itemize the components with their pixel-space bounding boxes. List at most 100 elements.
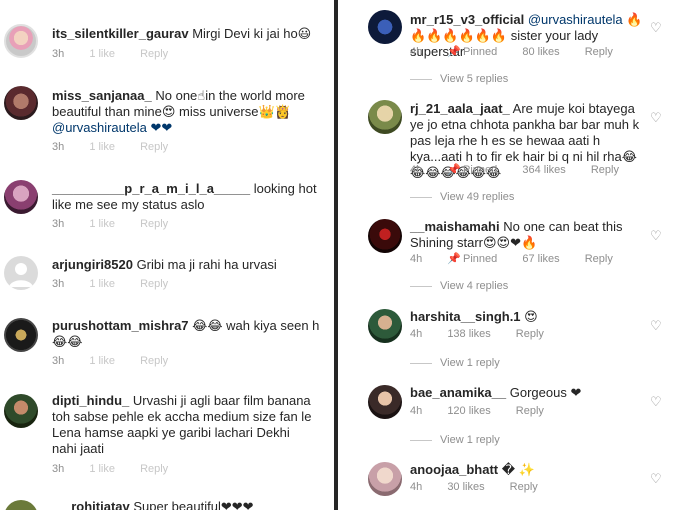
comment-time: 4h (410, 253, 423, 265)
view-replies-button[interactable]: View 49 replies (410, 191, 514, 203)
like-count[interactable]: 1 like (89, 141, 115, 153)
pinned-label: 📌 Pinned (447, 164, 498, 176)
like-count[interactable]: 1 like (89, 218, 115, 230)
comment-username[interactable]: __________p_r_a_m_i_l_a_____ (52, 181, 250, 196)
comment-body: harshita__singh.1 😍 (410, 309, 646, 325)
view-replies-button[interactable]: View 5 replies (410, 73, 508, 85)
like-count[interactable]: 120 likes (447, 405, 490, 417)
heart-outline-icon[interactable]: ♡ (650, 318, 662, 334)
comment-time: 3h (52, 463, 65, 475)
reply-button[interactable]: Reply (140, 141, 168, 153)
comment-username[interactable]: mr_r15_v3_official (410, 12, 524, 27)
comment-body: its_silentkiller_gaurav Mirgi Devi ki ja… (52, 26, 328, 42)
avatar-placeholder[interactable] (4, 256, 38, 290)
left-comments-panel: its_silentkiller_gaurav Mirgi Devi ki ja… (0, 0, 334, 510)
comment-time: 4h (410, 481, 423, 493)
comment-username[interactable]: rj_21_aala_jaat_ (410, 101, 510, 116)
comment-time: 4h (410, 46, 423, 58)
heart-outline-icon[interactable]: ♡ (650, 394, 662, 410)
comment-time: 4h (410, 405, 423, 417)
reply-button[interactable]: Reply (140, 218, 168, 230)
comment-username[interactable]: __maishamahi (410, 219, 500, 234)
comment-meta: 3h 1 like Reply (52, 463, 190, 475)
comment-meta: 4h 138 likes Reply (410, 328, 566, 340)
avatar[interactable] (4, 500, 38, 510)
reply-button[interactable]: Reply (591, 164, 619, 176)
comment-time: 3h (52, 48, 65, 60)
comment-meta: 3h 1 like Reply (52, 218, 190, 230)
like-count[interactable]: 364 likes (522, 164, 565, 176)
heart-outline-icon[interactable]: ♡ (650, 228, 662, 244)
comment-body: purushottam_mishra7 😂😂 wah kiya seen h 😂… (52, 318, 328, 350)
avatar[interactable] (4, 318, 38, 352)
view-replies-button[interactable]: View 1 reply (410, 357, 500, 369)
heart-outline-icon[interactable]: ♡ (650, 471, 662, 487)
pin-icon: 📌 (447, 253, 462, 265)
comment-username[interactable]: purushottam_mishra7 (52, 318, 189, 333)
heart-outline-icon[interactable]: ♡ (650, 20, 662, 36)
like-count[interactable]: 30 likes (447, 481, 484, 493)
comment-username[interactable]: dipti_hindu_ (52, 393, 129, 408)
view-replies-button[interactable]: View 1 reply (410, 434, 500, 446)
reply-button[interactable]: Reply (140, 463, 168, 475)
comment-meta: 3h 1 like Reply (52, 355, 190, 367)
like-count[interactable]: 1 like (89, 278, 115, 290)
pin-icon: 📌 (447, 164, 462, 176)
comment-meta: 4h 📌 Pinned 364 likes Reply (410, 163, 641, 176)
comment-text: Gorgeous ❤ (509, 385, 582, 400)
avatar[interactable] (368, 385, 402, 419)
comment-body: __maishamahi No one can beat this Shinin… (410, 219, 646, 251)
comment-meta: 4h 📌 Pinned 67 likes Reply (410, 252, 635, 265)
like-count[interactable]: 1 like (89, 48, 115, 60)
reply-button[interactable]: Reply (516, 405, 544, 417)
comment-meta: 4h 120 likes Reply (410, 405, 566, 417)
comment-body: dipti_hindu_ Urvashi ji agli baar film b… (52, 393, 314, 457)
avatar[interactable] (368, 219, 402, 253)
comment-mention[interactable]: @urvashirautela (528, 12, 623, 27)
comment-time: 3h (52, 355, 65, 367)
avatar[interactable] (4, 86, 38, 120)
avatar[interactable] (368, 10, 402, 44)
reply-button[interactable]: Reply (510, 481, 538, 493)
reply-button[interactable]: Reply (140, 278, 168, 290)
avatar[interactable] (4, 24, 38, 58)
right-comments-panel: mr_r15_v3_official @urvashirautela 🔥🔥🔥🔥🔥… (338, 0, 680, 510)
comment-username[interactable]: bae_anamika__ (410, 385, 506, 400)
comment-body: __________p_r_a_m_i_l_a_____ looking hot… (52, 181, 328, 213)
avatar[interactable] (368, 309, 402, 343)
avatar[interactable] (4, 394, 38, 428)
comment-meta: 3h 1 like Reply (52, 141, 190, 153)
reply-button[interactable]: Reply (585, 253, 613, 265)
like-count[interactable]: 138 likes (447, 328, 490, 340)
comment-time: 4h (410, 164, 423, 176)
comment-meta: 3h 1 like Reply (52, 48, 190, 60)
pin-icon: 📌 (447, 46, 462, 58)
comment-username[interactable]: arjungiri8520 (52, 257, 133, 272)
comment-username[interactable]: its_silentkiller_gaurav (52, 26, 189, 41)
pinned-label: 📌 Pinned (447, 46, 498, 58)
comment-username[interactable]: miss_sanjanaa_ (52, 88, 152, 103)
reply-button[interactable]: Reply (140, 48, 168, 60)
like-count[interactable]: 1 like (89, 463, 115, 475)
avatar[interactable] (4, 180, 38, 214)
comment-time: 3h (52, 278, 65, 290)
like-count[interactable]: 1 like (89, 355, 115, 367)
avatar[interactable] (368, 462, 402, 496)
comment-username[interactable]: _rohitjatav (64, 499, 130, 510)
like-count[interactable]: 67 likes (522, 253, 559, 265)
reply-button[interactable]: Reply (585, 46, 613, 58)
comment-meta: 3h 1 like Reply (52, 278, 190, 290)
comment-username[interactable]: anoojaa_bhatt (410, 462, 498, 477)
comment-text: Gribi ma ji rahi ha urvasi (136, 257, 277, 272)
heart-outline-icon[interactable]: ♡ (650, 110, 662, 126)
view-replies-button[interactable]: View 4 replies (410, 280, 508, 292)
comment-text: Super beautiful❤❤❤ (133, 499, 254, 510)
default-user-icon (9, 263, 33, 287)
comment-mention[interactable]: @urvashirautela ❤❤ (52, 120, 172, 135)
avatar[interactable] (368, 100, 402, 134)
reply-button[interactable]: Reply (140, 355, 168, 367)
comment-username[interactable]: harshita__singh.1 (410, 309, 521, 324)
reply-button[interactable]: Reply (516, 328, 544, 340)
comment-body: arjungiri8520 Gribi ma ji rahi ha urvasi (52, 257, 328, 273)
like-count[interactable]: 80 likes (522, 46, 559, 58)
